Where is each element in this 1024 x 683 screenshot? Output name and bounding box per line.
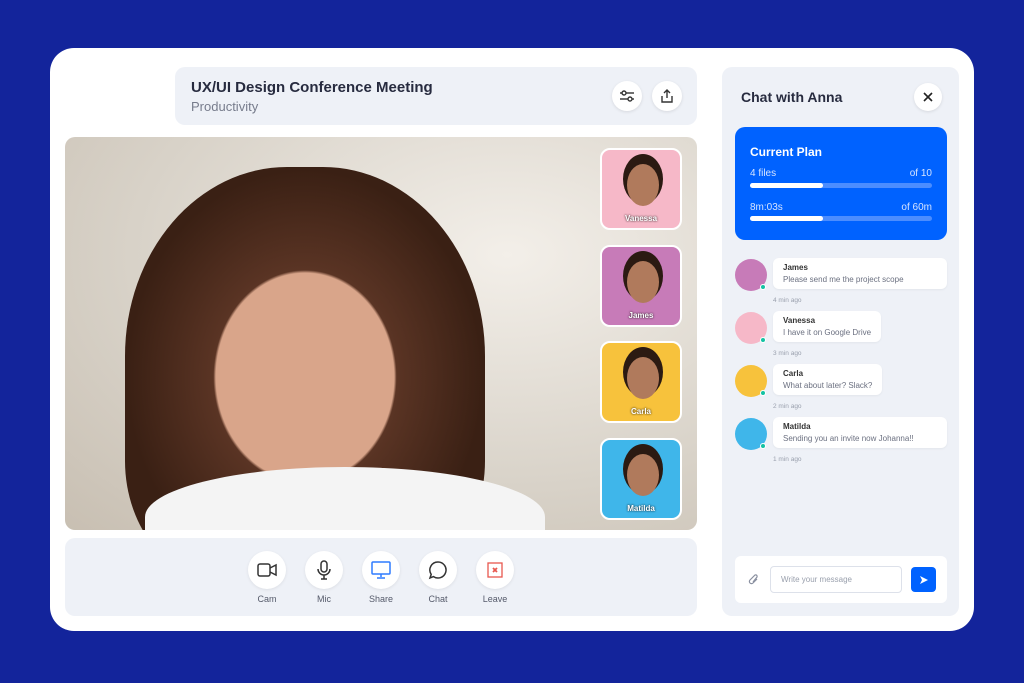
message-text: What about later? Slack? <box>783 381 873 390</box>
message-text: Sending you an invite now Johanna!! <box>783 434 914 443</box>
participant-name: Carla <box>630 407 651 416</box>
plan-title: Current Plan <box>750 145 823 159</box>
time-used: 8m:03s <box>750 202 783 213</box>
message-author: Matilda <box>783 422 811 431</box>
share-out-button[interactable] <box>652 81 682 111</box>
meeting-header: UX/UI Design Conference Meeting Producti… <box>175 67 697 125</box>
chat-label: Chat <box>428 594 448 604</box>
meeting-subtitle: Productivity <box>191 99 259 114</box>
online-indicator <box>760 443 766 449</box>
participant-name: Vanessa <box>624 214 658 223</box>
close-icon <box>923 92 933 102</box>
chat-panel: Chat with Anna Current Plan 4 files of 10… <box>722 67 959 616</box>
share-icon <box>661 89 673 103</box>
message-text: I have it on Google Drive <box>783 328 872 337</box>
leave-icon <box>487 562 503 578</box>
chat-button[interactable]: Chat <box>419 551 457 604</box>
files-used: 4 files <box>750 168 777 179</box>
close-chat-button[interactable] <box>914 83 942 111</box>
online-indicator <box>760 284 766 290</box>
message-author: Vanessa <box>783 316 816 325</box>
share-label: Share <box>368 594 394 604</box>
mic-button[interactable]: Mic <box>305 551 343 604</box>
mic-icon <box>317 560 331 580</box>
time-progress-bar <box>750 216 932 221</box>
message-time: 4 min ago <box>773 297 802 304</box>
settings-button[interactable] <box>612 81 642 111</box>
online-indicator <box>760 390 766 396</box>
participant-avatar <box>627 454 659 496</box>
chat-bubble-icon <box>428 561 447 580</box>
share-screen-button[interactable]: Share <box>362 551 400 604</box>
message-composer: Write your message <box>735 556 947 603</box>
leave-label: Leave <box>482 594 508 604</box>
leave-button[interactable]: Leave <box>476 551 514 604</box>
message-text: Please send me the project scope <box>783 275 904 284</box>
participant-name: James <box>628 311 654 320</box>
monitor-icon <box>371 561 391 579</box>
participant-tile[interactable]: Matilda <box>600 438 682 520</box>
message-author: Carla <box>783 369 804 378</box>
message-time: 1 min ago <box>773 456 802 463</box>
camera-icon <box>257 563 277 577</box>
mic-label: Mic <box>317 594 331 604</box>
main-video: Vanessa James Carla Matilda <box>65 137 697 530</box>
cam-button[interactable]: Cam <box>248 551 286 604</box>
participant-avatar <box>627 164 659 206</box>
message-author: James <box>783 263 808 272</box>
time-total: of 60m <box>901 202 932 213</box>
participant-tile[interactable]: Carla <box>600 341 682 423</box>
online-indicator <box>760 337 766 343</box>
send-icon <box>919 575 928 584</box>
sliders-icon <box>620 90 634 102</box>
cam-label: Cam <box>257 594 277 604</box>
participant-avatar <box>627 261 659 303</box>
participant-name: Matilda <box>627 504 655 513</box>
participant-avatar <box>627 357 659 399</box>
send-button[interactable] <box>911 567 936 592</box>
message-input[interactable]: Write your message <box>770 566 902 593</box>
files-total: of 10 <box>909 168 932 179</box>
call-controls: Cam Mic Share Chat Leave <box>65 538 697 616</box>
chat-title: Chat with Anna <box>741 89 843 105</box>
paperclip-icon[interactable] <box>748 573 760 587</box>
message-time: 3 min ago <box>773 350 802 357</box>
meeting-title: UX/UI Design Conference Meeting <box>191 79 433 96</box>
current-plan-card: Current Plan 4 files of 10 8m:03s of 60m <box>735 127 947 240</box>
participant-tile[interactable]: Vanessa <box>600 148 682 230</box>
message-time: 2 min ago <box>773 403 802 410</box>
files-progress-bar <box>750 183 932 188</box>
participant-tile[interactable]: James <box>600 245 682 327</box>
